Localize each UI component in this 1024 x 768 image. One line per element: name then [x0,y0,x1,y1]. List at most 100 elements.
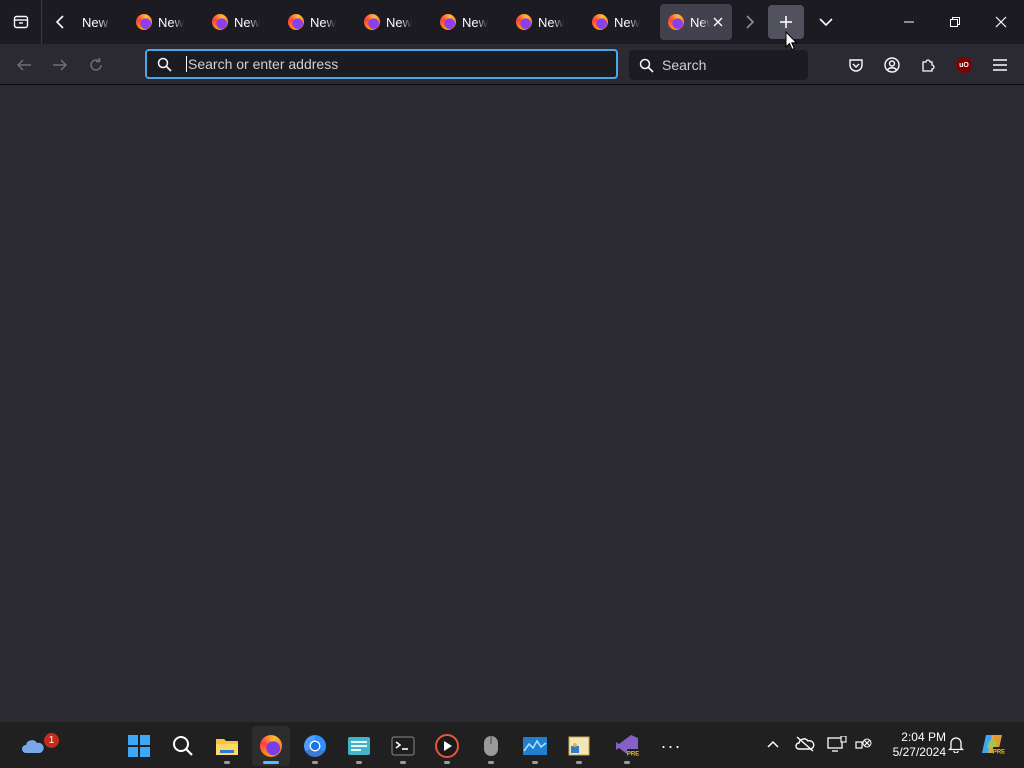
minimize-icon [904,21,914,23]
ublock-origin-button[interactable]: uO [949,50,979,80]
running-indicator [624,761,630,764]
tab[interactable]: New Tab [588,4,660,40]
address-bar[interactable] [145,49,618,79]
windows-taskbar: 1 PRE ··· 2:04 PM 5/27/2024 PRE [0,721,1024,768]
account-button[interactable] [877,50,907,80]
copilot-button[interactable]: PRE [978,732,1008,756]
copilot-icon: PRE [982,735,1005,756]
file-explorer-button[interactable] [208,726,246,766]
notification-badge: 1 [44,733,59,748]
tab-title: New Tab [614,14,640,30]
chevron-up-icon [767,740,779,748]
monitor-taskbar-button[interactable] [516,726,554,766]
firefox-favicon-icon [516,14,532,30]
chevron-left-icon [55,15,64,29]
tab-title: New Tab [538,14,564,30]
tab-active[interactable]: New Tab [660,4,732,40]
restore-icon [950,17,960,27]
address-input[interactable] [188,56,588,72]
tab-scroll-right-button[interactable] [734,0,764,44]
visual-studio-preview-taskbar-button[interactable]: PRE [608,726,646,766]
running-indicator [488,761,494,764]
minimize-button[interactable] [886,0,932,44]
tab-title: New Tab [234,14,260,30]
firefox-favicon-icon [440,14,456,30]
forward-button[interactable] [45,50,75,80]
tab-title: New Tab [462,14,488,30]
tab-title: New Tab [386,14,412,30]
firefox-favicon-icon [212,14,228,30]
running-indicator [263,761,279,764]
display-tray-button[interactable] [825,732,849,756]
bell-icon [948,737,964,753]
svg-text:PRE: PRE [627,752,639,758]
reload-button[interactable] [81,50,111,80]
show-hidden-icons-button[interactable] [761,732,785,756]
back-button[interactable] [9,50,39,80]
tab[interactable]: New Tab [78,4,134,40]
tab[interactable]: New Tab [284,4,356,40]
chrome-taskbar-button[interactable] [296,726,334,766]
mouse-settings-taskbar-button[interactable] [472,726,510,766]
widgets-button[interactable]: 1 [14,726,59,766]
visual-studio-preview-icon: PRE [616,735,639,758]
tab[interactable]: New Tab [360,4,432,40]
list-all-tabs-button[interactable] [808,0,844,44]
tab-title: New Tab [158,14,184,30]
tab[interactable]: New Tab [436,4,508,40]
firefox-taskbar-button[interactable] [252,726,290,766]
navigation-toolbar: uO [0,44,1024,85]
running-indicator [356,761,362,764]
reload-icon [90,58,102,71]
notepad-icon [348,737,370,755]
system-clock[interactable]: 2:04 PM 5/27/2024 [880,730,946,760]
search-icon [173,736,193,756]
notifications-button[interactable] [944,732,968,756]
close-icon [995,16,1007,28]
tab-scroll-left-button[interactable] [44,0,78,44]
tab[interactable]: New Tab [512,4,584,40]
firefox-icon [260,735,282,757]
search-bar[interactable] [629,50,808,80]
account-icon [884,57,900,73]
restore-button[interactable] [932,0,978,44]
search-icon [639,58,654,73]
taskbar-overflow-button[interactable]: ··· [652,726,690,766]
clock-date: 5/27/2024 [892,745,946,759]
media-player-taskbar-button[interactable] [428,726,466,766]
running-indicator [224,761,230,764]
tab[interactable]: New Tab [132,4,204,40]
tab-strip: New Tab New Tab New Tab New Tab New Tab … [0,0,1024,44]
terminal-taskbar-button[interactable] [384,726,422,766]
network-tray-button[interactable] [851,732,875,756]
app-menu-button[interactable] [985,50,1015,80]
firefox-favicon-icon [668,14,684,30]
taskbar-search-button[interactable] [164,726,202,766]
puzzle-piece-icon [922,59,935,72]
start-button[interactable] [120,726,158,766]
running-indicator [400,761,406,764]
search-icon [157,57,172,72]
pocket-button[interactable] [841,50,871,80]
firefox-view-icon [13,15,28,29]
plus-icon [780,16,792,28]
onedrive-tray-button[interactable] [793,732,817,756]
tab[interactable]: New Tab [208,4,280,40]
extensions-button[interactable] [913,50,943,80]
firefox-view-button[interactable] [0,0,42,44]
firefox-favicon-icon [592,14,608,30]
firefox-favicon-icon [364,14,380,30]
close-window-button[interactable] [978,0,1024,44]
media-player-icon [435,734,459,758]
file-explorer-icon [216,739,238,755]
page-content [0,85,1024,721]
forward-arrow-icon [53,59,68,71]
svg-text:PRE: PRE [993,750,1005,756]
search-input[interactable] [662,57,802,73]
pocket-icon [849,59,863,72]
tab-title: New Tab [310,14,336,30]
notepad-taskbar-button[interactable] [340,726,378,766]
paint-icon [568,736,590,756]
paint-taskbar-button[interactable] [560,726,598,766]
close-tab-button[interactable] [710,14,726,30]
